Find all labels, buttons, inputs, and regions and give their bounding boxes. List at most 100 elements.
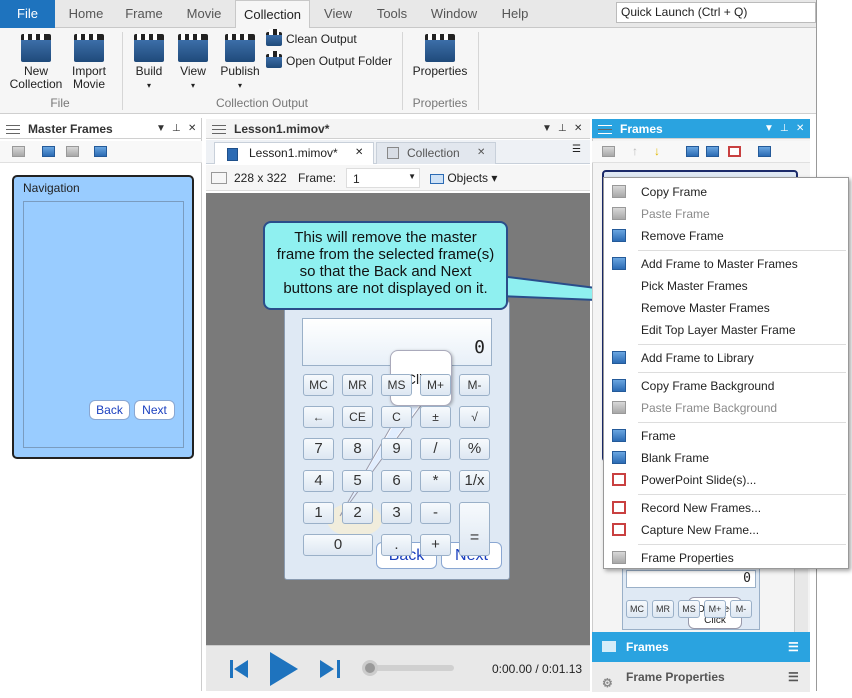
add-frame-icon[interactable] — [686, 146, 699, 157]
menu-icon[interactable]: ☰ — [788, 632, 799, 662]
thumb-key: MS — [678, 600, 700, 618]
tab-home[interactable]: Home — [58, 0, 114, 28]
chevron-down-icon: ▼ — [408, 172, 416, 181]
menu-separator — [638, 422, 846, 423]
frame-properties-tab[interactable]: ⚙ Frame Properties ☰ — [592, 662, 810, 692]
settings-icon[interactable] — [12, 146, 25, 157]
capture-frame-icon[interactable] — [728, 146, 741, 157]
objects-button[interactable]: Objects ▾ — [430, 171, 497, 185]
calc-key: + — [420, 534, 451, 556]
clean-output-label: Clean Output — [286, 32, 357, 46]
calc-key: C — [381, 406, 412, 428]
frames-header: Frames ▼ ⊥ ✕ — [592, 119, 810, 139]
menu-icon[interactable]: ☰ — [788, 662, 799, 692]
close-icon[interactable]: ✕ — [188, 119, 196, 139]
close-icon[interactable]: ✕ — [796, 119, 804, 139]
duplicate-icon[interactable] — [66, 146, 79, 157]
skip-forward-icon[interactable] — [320, 660, 340, 678]
menu-item-copy-frame[interactable]: Copy Frame — [604, 181, 850, 203]
menu-item-record-new-frames[interactable]: Record New Frames... — [604, 497, 850, 519]
view-output-button[interactable]: View ▾ — [174, 34, 212, 92]
menu-item-label: Frame Properties — [641, 551, 734, 565]
add-master-frame-icon[interactable] — [42, 146, 55, 157]
frames-scrollbar[interactable] — [794, 562, 808, 632]
menu-item-paste-frame[interactable]: Paste Frame — [604, 203, 850, 225]
menu-item-add-frame-to-master-frames[interactable]: Add Frame to Master Frames — [604, 253, 850, 275]
skip-back-icon[interactable] — [230, 660, 250, 678]
menu-item-copy-frame-background[interactable]: Copy Frame Background — [604, 375, 850, 397]
calc-key: √ — [459, 406, 490, 428]
tab-collection-document[interactable]: Collection ✕ — [376, 142, 496, 164]
thumb-display: 0 — [626, 570, 756, 588]
new-collection-button[interactable]: New Collection — [6, 34, 66, 91]
group-divider — [122, 32, 123, 110]
menu-item-remove-master-frames[interactable]: Remove Master Frames — [604, 297, 850, 319]
powerpoint-slides-icon — [612, 473, 626, 486]
grip-icon — [6, 125, 20, 134]
thumb-key: M+ — [704, 600, 726, 618]
menu-item-add-frame-to-library[interactable]: Add Frame to Library — [604, 347, 850, 369]
move-up-icon[interactable]: ↑ — [632, 144, 638, 158]
menu-item-remove-frame[interactable]: Remove Frame — [604, 225, 850, 247]
tab-frame[interactable]: Frame — [116, 0, 172, 28]
tab-window[interactable]: Window — [420, 0, 488, 28]
new-collection-label: New Collection — [9, 64, 63, 91]
delete-frame-icon[interactable] — [94, 146, 107, 157]
play-icon[interactable] — [268, 652, 300, 686]
calc-key: 4 — [303, 470, 334, 492]
properties-label: Properties — [412, 64, 468, 78]
tab-lesson1[interactable]: Lesson1.mimov* ✕ — [214, 142, 374, 164]
dropdown-icon[interactable]: ▼ — [764, 119, 774, 139]
tab-file[interactable]: File — [0, 0, 55, 28]
delete-frame-icon[interactable] — [758, 146, 771, 157]
tab-help[interactable]: Help — [490, 0, 540, 28]
thumb-key: MC — [626, 600, 648, 618]
tab-movie[interactable]: Movie — [174, 0, 234, 28]
tab-collection[interactable]: Collection — [235, 0, 310, 29]
pin-icon[interactable]: ⊥ — [780, 119, 789, 139]
menu-item-capture-new-frame[interactable]: Capture New Frame... — [604, 519, 850, 541]
calc-key: 8 — [342, 438, 373, 460]
tab-close-icon[interactable]: ✕ — [355, 143, 363, 163]
dropdown-icon[interactable]: ▼ — [156, 119, 166, 139]
master-back-button[interactable]: Back — [89, 400, 130, 420]
copy-frame-icon[interactable] — [706, 146, 719, 157]
master-next-button[interactable]: Next — [134, 400, 175, 420]
tab-tools[interactable]: Tools — [366, 0, 418, 28]
close-icon[interactable]: ✕ — [574, 119, 582, 139]
copy-frame-icon — [612, 185, 626, 198]
publish-button[interactable]: Publish ▾ — [218, 34, 262, 92]
open-output-folder-button[interactable]: Open Output Folder — [266, 51, 392, 70]
build-button[interactable]: Build ▾ — [130, 34, 168, 92]
menu-item-label: Add Frame to Master Frames — [641, 257, 798, 271]
settings-icon[interactable] — [602, 146, 615, 157]
pin-icon[interactable]: ⊥ — [558, 119, 567, 139]
menu-item-paste-frame-background[interactable]: Paste Frame Background — [604, 397, 850, 419]
menu-item-pick-master-frames[interactable]: Pick Master Frames — [604, 275, 850, 297]
pin-icon[interactable]: ⊥ — [172, 119, 181, 139]
menu-item-frame-properties[interactable]: Frame Properties — [604, 547, 850, 569]
properties-icon — [425, 34, 455, 62]
menu-item-edit-top-layer-master-frame[interactable]: Edit Top Layer Master Frame — [604, 319, 850, 341]
frame-number-select[interactable]: 1 ▼ — [346, 168, 420, 188]
properties-button[interactable]: Properties — [410, 34, 470, 78]
calc-key: 7 — [303, 438, 334, 460]
tab-close-icon[interactable]: ✕ — [477, 143, 485, 163]
document-panel-title: Lesson1.mimov* — [234, 122, 330, 136]
clean-output-button[interactable]: Clean Output — [266, 29, 357, 48]
document-toolbar: 228 x 322 Frame: 1 ▼ Objects ▾ — [206, 165, 590, 191]
tab-view[interactable]: View — [312, 0, 364, 28]
tab-list-icon[interactable]: ☰ — [572, 144, 581, 155]
dropdown-icon[interactable]: ▼ — [542, 119, 552, 139]
grip-icon — [598, 125, 612, 134]
seek-thumb[interactable] — [362, 660, 378, 676]
frames-tab[interactable]: Frames ☰ — [592, 632, 810, 662]
import-movie-button[interactable]: Import Movie — [64, 34, 114, 91]
move-down-icon[interactable]: ↓ — [654, 144, 660, 158]
build-label: Build — [135, 64, 163, 78]
menu-item-blank-frame[interactable]: Blank Frame — [604, 447, 850, 469]
menu-item-new-frame[interactable]: Frame — [604, 425, 850, 447]
quick-launch-input[interactable]: Quick Launch (Ctrl + Q) — [616, 2, 816, 23]
menu-item-powerpoint-slides[interactable]: PowerPoint Slide(s)... — [604, 469, 850, 491]
master-frames-toolbar — [0, 141, 202, 163]
